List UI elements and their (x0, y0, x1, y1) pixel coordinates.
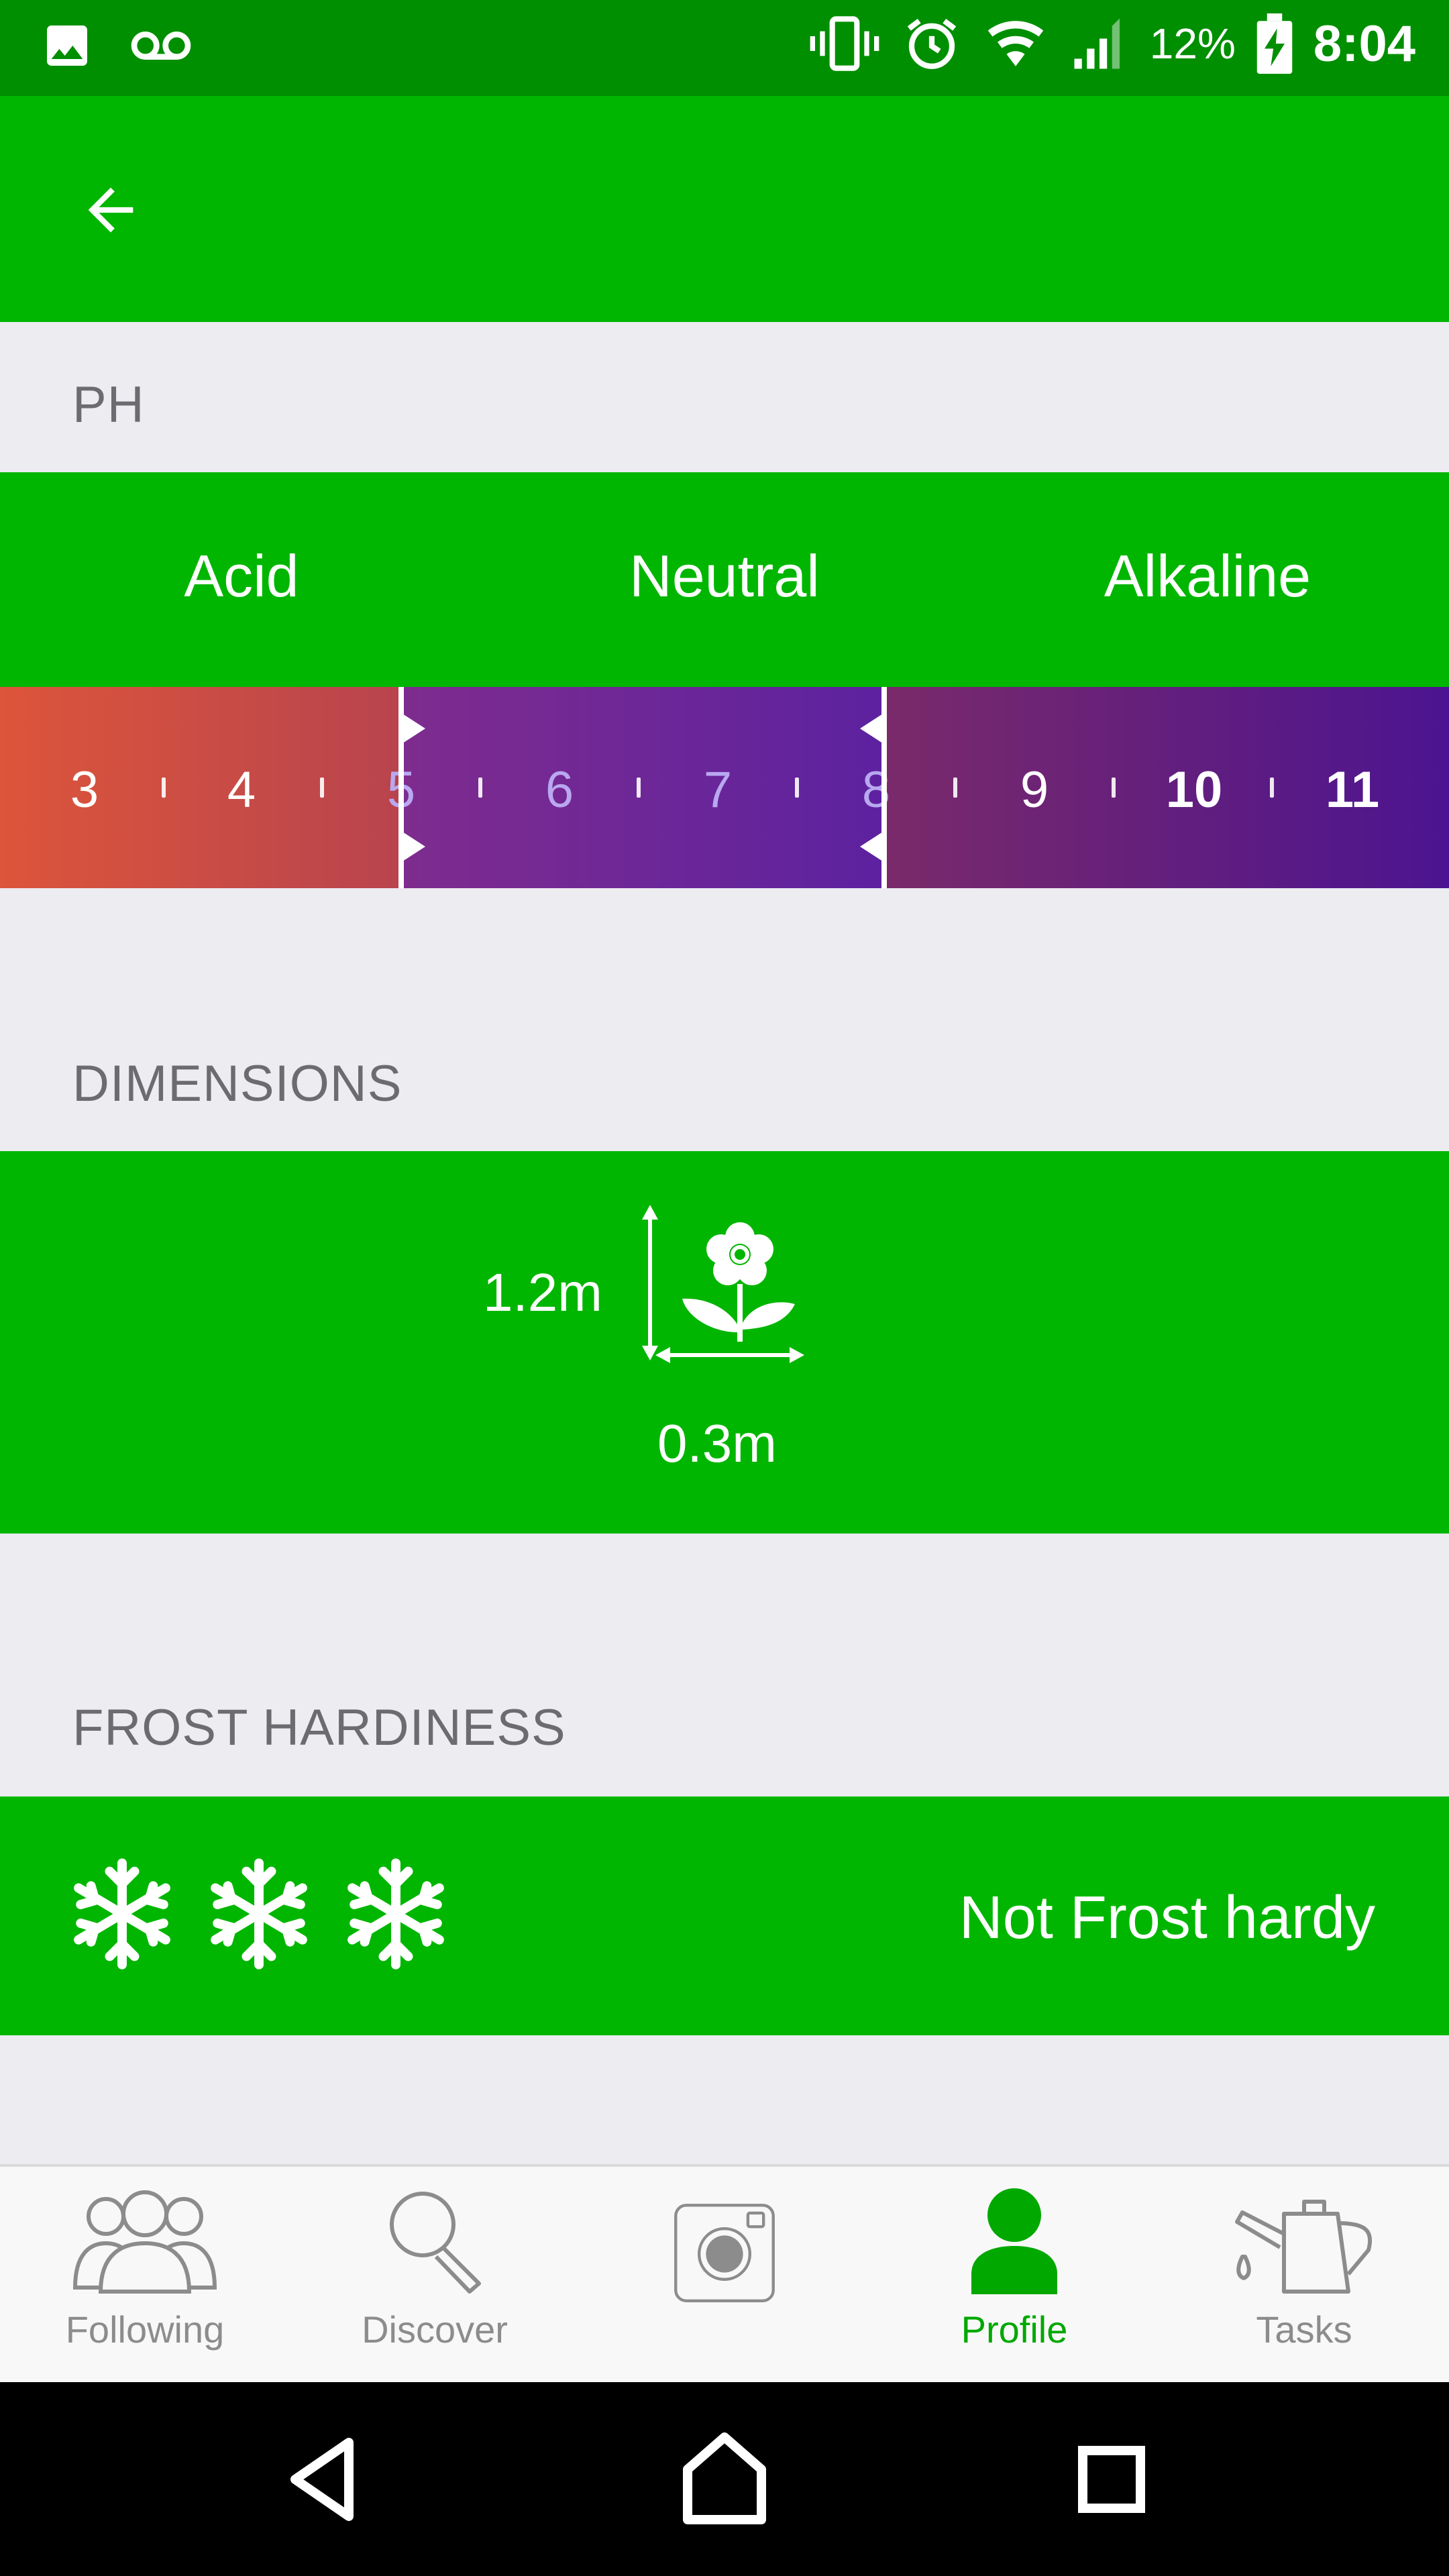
ph-minor-tick (320, 777, 324, 798)
snowflake-icon (211, 1858, 307, 1970)
ph-label-acid: Acid (184, 543, 299, 609)
ph-labels-band: Acid Neutral Alkaline (0, 472, 1449, 687)
nav-camera[interactable] (580, 2167, 869, 2382)
nav-profile[interactable]: Profile (869, 2167, 1159, 2382)
ph-scale: 3 4 5 6 7 8 9 10 11 (0, 687, 1449, 888)
ph-tick-label: 4 (227, 761, 256, 818)
app-bar (0, 96, 1449, 322)
arrow-left-icon (88, 187, 133, 233)
ph-minor-tick (953, 777, 957, 798)
voicemail-icon (131, 32, 191, 60)
recents-icon[interactable] (1055, 2422, 1169, 2536)
battery-percentage: 12% (1149, 19, 1236, 68)
nav-following[interactable]: Following (0, 2167, 290, 2382)
bottom-navigation: Following Discover Profile Tasks (0, 2164, 1449, 2382)
ph-label-neutral: Neutral (629, 543, 820, 609)
back-button[interactable] (67, 166, 154, 254)
ph-minor-tick (637, 777, 641, 798)
watering-can-icon (1235, 2200, 1373, 2294)
nav-tasks[interactable]: Tasks (1159, 2167, 1449, 2382)
snowflake-icon (74, 1858, 170, 1970)
frost-hardiness-band: Not Frost hardy (0, 1796, 1449, 2035)
plant-details-screen: 12% 8:04 PH Acid Neutral Alkaline 3 4 5 … (0, 0, 1449, 2576)
signal-icon (1074, 18, 1120, 69)
battery-charging-icon (1256, 13, 1293, 74)
plant-width-value: 0.3m (657, 1413, 777, 1473)
clock: 8:04 (1313, 15, 1415, 72)
back-triangle-icon[interactable] (268, 2422, 382, 2536)
ph-minor-tick (795, 777, 799, 798)
status-bar: 12% 8:04 (0, 0, 1449, 96)
nav-discover[interactable]: Discover (290, 2167, 580, 2382)
ph-range-segment (401, 687, 885, 888)
nav-label: Profile (961, 2308, 1068, 2351)
ph-minor-tick (1270, 777, 1274, 798)
nav-label: Following (65, 2308, 225, 2351)
ph-section-header: PH (72, 376, 145, 433)
ph-tick-label: 3 (70, 761, 99, 818)
ph-tick-label: 7 (703, 761, 733, 818)
camera-icon (674, 2204, 775, 2302)
frost-hardiness-value: Not Frost hardy (959, 1884, 1375, 1951)
plant-height-value: 1.2m (483, 1263, 602, 1322)
vibrate-icon (810, 16, 879, 71)
person-icon (971, 2188, 1057, 2294)
ph-tick-label: 10 (1165, 761, 1223, 818)
snowflake-icon (347, 1858, 444, 1970)
ph-max-marker (860, 687, 887, 888)
ph-minor-tick (1112, 777, 1116, 798)
nav-label: Discover (362, 2308, 508, 2351)
flower-icon (642, 1205, 804, 1363)
dimensions-band: 1.2m 0.3m (0, 1151, 1449, 1534)
search-icon (390, 2192, 481, 2294)
alarm-icon (907, 18, 957, 69)
ph-label-alkaline: Alkaline (1104, 543, 1311, 609)
home-icon[interactable] (667, 2422, 782, 2536)
ph-tick-label: 6 (545, 761, 574, 818)
frost-section-header: FROST HARDINESS (72, 1699, 566, 1756)
ph-tick-label: 11 (1325, 761, 1380, 818)
wifi-icon (987, 21, 1044, 66)
image-icon (47, 25, 87, 66)
ph-tick-label: 9 (1020, 761, 1049, 818)
people-icon (72, 2190, 217, 2294)
dimensions-section-header: DIMENSIONS (72, 1055, 402, 1112)
system-navigation-bar (0, 2382, 1449, 2576)
nav-label: Tasks (1256, 2308, 1352, 2351)
ph-minor-tick (478, 777, 482, 798)
ph-min-marker (398, 687, 425, 888)
ph-minor-tick (162, 777, 166, 798)
